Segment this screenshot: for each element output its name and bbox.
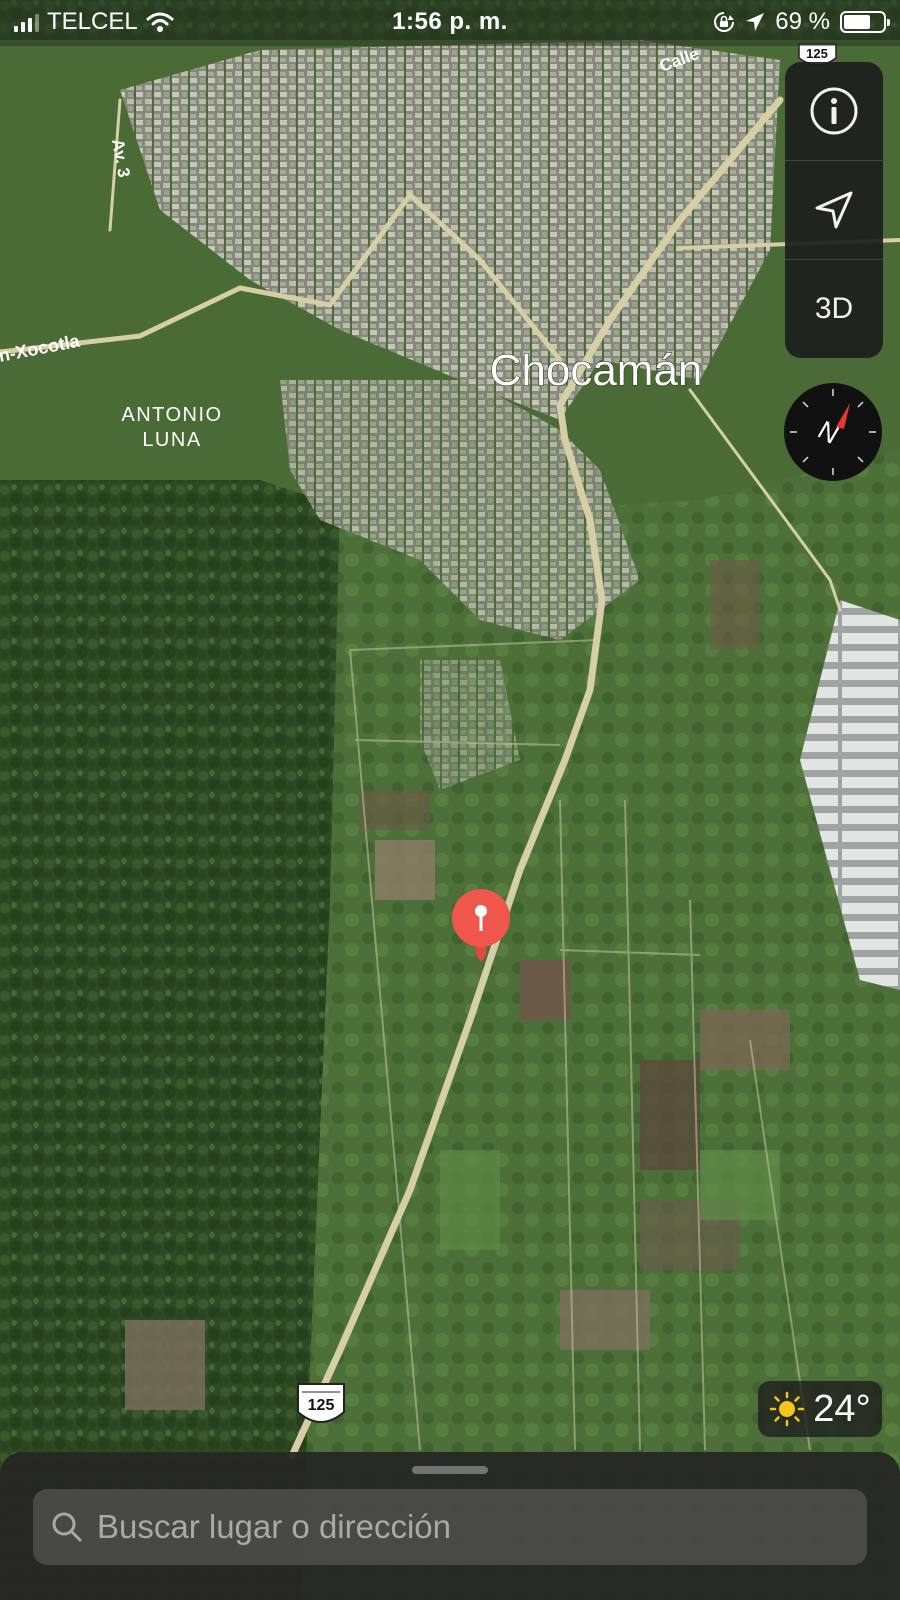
search-bar[interactable] — [33, 1489, 867, 1565]
battery-fill — [844, 15, 871, 29]
info-icon — [810, 87, 858, 135]
maps-screen: 125 125 Chocamán ANTONIO LUNA n-Xocotla … — [0, 0, 900, 1600]
3d-label: 3D — [814, 292, 854, 325]
satellite-map[interactable]: 125 125 Chocamán ANTONIO LUNA n-Xocotla … — [0, 0, 900, 1600]
search-icon — [52, 1512, 82, 1542]
sun-icon — [770, 1391, 805, 1427]
track-location-button[interactable] — [785, 160, 883, 259]
location-arrow-icon — [746, 13, 765, 31]
bottom-sheet[interactable] — [0, 1452, 900, 1600]
compass-north-letter: N — [813, 414, 844, 449]
map-controls: 3D — [785, 62, 883, 358]
status-right: 69 % — [713, 8, 890, 36]
highway-shield-125[interactable]: 125 — [297, 1383, 345, 1423]
info-button[interactable] — [785, 62, 883, 160]
sheet-grabber[interactable] — [412, 1466, 488, 1474]
highway-shield-number: 125 — [308, 1397, 335, 1414]
neighborhood-label-line2[interactable]: LUNA — [142, 429, 201, 451]
town-label[interactable]: Chocamán — [489, 346, 703, 396]
battery-percent: 69 % — [775, 8, 830, 35]
search-input[interactable] — [83, 1507, 867, 1547]
orientation-lock-icon — [714, 12, 735, 32]
highway-shield-top-number: 125 — [806, 46, 828, 61]
status-bar: TELCEL 1:56 p. m. 69 % — [0, 0, 900, 46]
battery-icon — [840, 11, 890, 33]
compass-icon: N — [790, 389, 876, 475]
temperature: 24° — [813, 1387, 871, 1430]
neighborhood-label-line1[interactable]: ANTONIO — [121, 404, 222, 426]
compass-button[interactable]: N — [784, 383, 882, 481]
3d-toggle-button[interactable]: 3D — [785, 259, 883, 358]
location-arrow-icon — [815, 191, 853, 229]
weather-badge[interactable]: 24° — [758, 1381, 882, 1437]
